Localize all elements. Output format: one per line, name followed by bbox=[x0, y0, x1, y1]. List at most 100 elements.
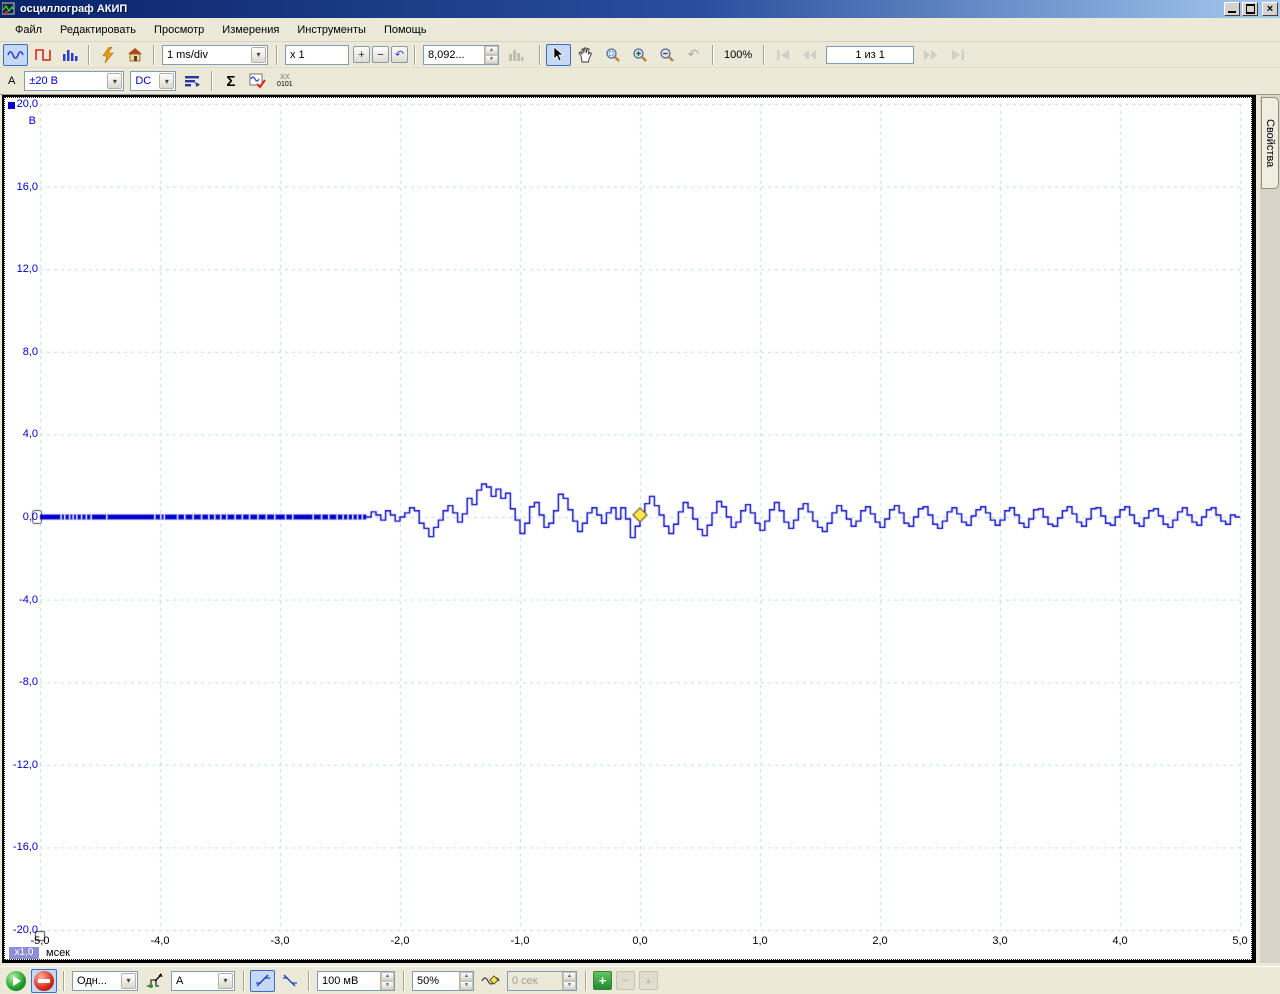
pulse-arrow-icon bbox=[147, 972, 163, 988]
menu-bar: Файл Редактировать Просмотр Измерения Инстру… bbox=[0, 18, 1280, 42]
spin-down-icon[interactable]: ▼ bbox=[381, 980, 394, 990]
zoom-factor-reset-button[interactable]: ↶ bbox=[391, 46, 408, 63]
zoom-area-button[interactable] bbox=[600, 44, 625, 66]
remove-marker-button[interactable]: − bbox=[616, 971, 635, 990]
separator bbox=[763, 44, 765, 65]
channel-list-button[interactable] bbox=[180, 70, 205, 92]
x-tick-label: -2,0 bbox=[390, 935, 410, 947]
menu-item-measurements[interactable]: Измерения bbox=[213, 21, 288, 39]
undo-zoom-button[interactable]: ↶ bbox=[681, 44, 706, 66]
zoom-factor-decrease-button[interactable]: − bbox=[372, 46, 389, 63]
start-icon bbox=[6, 970, 26, 991]
oscillogram-canvas[interactable] bbox=[4, 97, 1252, 960]
trigger-settings-button[interactable] bbox=[142, 970, 167, 992]
math-button[interactable]: Σ bbox=[218, 70, 243, 92]
timebase-value: 1 ms/div bbox=[167, 48, 208, 61]
next-page-button[interactable] bbox=[918, 44, 943, 66]
falling-edge-button[interactable] bbox=[277, 970, 302, 992]
coupling-select[interactable]: DC ▾ bbox=[130, 71, 177, 91]
waveform-check-button[interactable] bbox=[245, 70, 270, 92]
restore-icon bbox=[1246, 4, 1255, 14]
next-page-icon bbox=[924, 49, 938, 60]
digital-display-button[interactable]: XX 0101 bbox=[272, 70, 297, 92]
menu-item-view[interactable]: Просмотр bbox=[145, 21, 213, 39]
undo-icon: ↶ bbox=[687, 46, 700, 62]
position-spinner[interactable]: 8,092... ▲ ▼ bbox=[423, 44, 499, 65]
histogram-button[interactable] bbox=[503, 44, 528, 66]
x-tick-label: -5,0 bbox=[30, 935, 50, 947]
zoom-in-button[interactable] bbox=[627, 44, 652, 66]
voltage-range-value: ±20 В bbox=[29, 75, 59, 87]
y-tick-label: 0,0 bbox=[22, 511, 38, 523]
restore-button[interactable] bbox=[1242, 2, 1258, 16]
stop-button[interactable] bbox=[31, 968, 57, 993]
y-tick-label: -12,0 bbox=[12, 758, 38, 771]
chevron-down-icon[interactable]: ▾ bbox=[251, 46, 266, 63]
zoom-factor-increase-button[interactable]: + bbox=[353, 46, 370, 63]
acquisition-toolbar: Одн... ▾ А ▾ 100 мВ ▲ ▼ 50% ▲ ▼ 0 сек ▲ … bbox=[0, 966, 1280, 994]
pan-tool-button[interactable] bbox=[573, 44, 598, 66]
last-page-icon bbox=[951, 49, 964, 60]
spinner-arrows[interactable]: ▲ ▼ bbox=[380, 971, 394, 990]
properties-tab[interactable]: Свойства bbox=[1261, 97, 1279, 189]
spin-up-icon[interactable]: ▲ bbox=[563, 971, 576, 981]
chevron-down-icon[interactable]: ▾ bbox=[218, 972, 233, 989]
home-button[interactable] bbox=[122, 44, 147, 66]
marker-tool-button[interactable] bbox=[478, 970, 503, 992]
spinner-arrows[interactable]: ▲ ▼ bbox=[562, 971, 576, 990]
x-tick-label: 0,0 bbox=[632, 935, 648, 947]
pretrigger-value: 50% bbox=[417, 974, 440, 987]
analog-view-button[interactable] bbox=[3, 43, 28, 66]
x-tick-label: 2,0 bbox=[872, 935, 888, 947]
menu-item-edit[interactable]: Редактировать bbox=[51, 21, 145, 39]
trigger-level-spinner[interactable]: 100 мВ ▲ ▼ bbox=[317, 970, 395, 991]
spectrum-view-button[interactable] bbox=[57, 44, 82, 66]
select-tool-button[interactable] bbox=[546, 43, 571, 66]
logic-view-button[interactable] bbox=[30, 44, 55, 66]
spin-down-icon[interactable]: ▼ bbox=[460, 980, 473, 990]
trigger-source-select[interactable]: А ▾ bbox=[171, 970, 235, 991]
chevron-down-icon[interactable]: ▾ bbox=[121, 972, 136, 989]
spin-down-icon[interactable]: ▼ bbox=[485, 54, 498, 64]
spin-down-icon[interactable]: ▼ bbox=[563, 980, 576, 990]
time-scale-badge: x1,0 bbox=[9, 947, 39, 959]
spinner-arrows[interactable]: ▲ ▼ bbox=[484, 45, 498, 64]
x-axis-unit: мсек bbox=[46, 947, 70, 959]
x-tick-label: 4,0 bbox=[1112, 935, 1128, 947]
sigma-icon: Σ bbox=[226, 72, 236, 90]
chevron-down-icon[interactable]: ▾ bbox=[159, 73, 175, 89]
chevron-down-icon[interactable]: ▾ bbox=[107, 73, 123, 89]
minimize-button[interactable] bbox=[1224, 2, 1240, 16]
separator bbox=[403, 970, 404, 991]
timebase-select[interactable]: 1 ms/div ▾ bbox=[162, 44, 268, 65]
close-button[interactable]: × bbox=[1262, 2, 1278, 16]
menu-item-help[interactable]: Помощь bbox=[375, 21, 436, 39]
start-button[interactable] bbox=[3, 969, 29, 993]
x-tick-label: 5,0 bbox=[1232, 935, 1248, 947]
spin-up-icon[interactable]: ▲ bbox=[381, 971, 394, 981]
y-tick-label: -8,0 bbox=[19, 676, 38, 689]
close-icon: × bbox=[1266, 3, 1274, 15]
rising-edge-button[interactable] bbox=[250, 969, 275, 992]
coupling-value: DC bbox=[135, 75, 152, 87]
oscillogram-panel: В 20,0 16,0 12,0 8,0 4,0 0,0 -4,0 -8,0 -12,0 -16,… bbox=[2, 95, 1256, 963]
zoom-out-button[interactable] bbox=[654, 44, 679, 66]
spin-up-icon[interactable]: ▲ bbox=[460, 971, 473, 981]
last-page-button[interactable] bbox=[945, 44, 970, 66]
add-marker-button[interactable]: + bbox=[593, 971, 612, 990]
autoset-button[interactable] bbox=[95, 44, 120, 66]
move-marker-button[interactable]: ▲ bbox=[639, 971, 658, 990]
page-indicator[interactable]: 1 из 1 bbox=[826, 45, 915, 64]
minimize-icon bbox=[1228, 11, 1236, 13]
trigger-mode-select[interactable]: Одн... ▾ bbox=[72, 970, 138, 991]
prev-page-button[interactable] bbox=[797, 44, 822, 66]
spin-up-icon[interactable]: ▲ bbox=[485, 45, 498, 55]
spinner-arrows[interactable]: ▲ ▼ bbox=[459, 971, 473, 990]
pretrigger-spinner[interactable]: 50% ▲ ▼ bbox=[412, 970, 474, 991]
zoom-factor-field[interactable]: x 1 bbox=[285, 44, 349, 65]
menu-item-file[interactable]: Файл bbox=[6, 21, 51, 39]
first-page-button[interactable] bbox=[770, 44, 795, 66]
voltage-range-select[interactable]: ±20 В ▾ bbox=[24, 71, 125, 91]
marker-time-spinner[interactable]: 0 сек ▲ ▼ bbox=[507, 970, 577, 991]
menu-item-tools[interactable]: Инструменты bbox=[288, 21, 375, 39]
